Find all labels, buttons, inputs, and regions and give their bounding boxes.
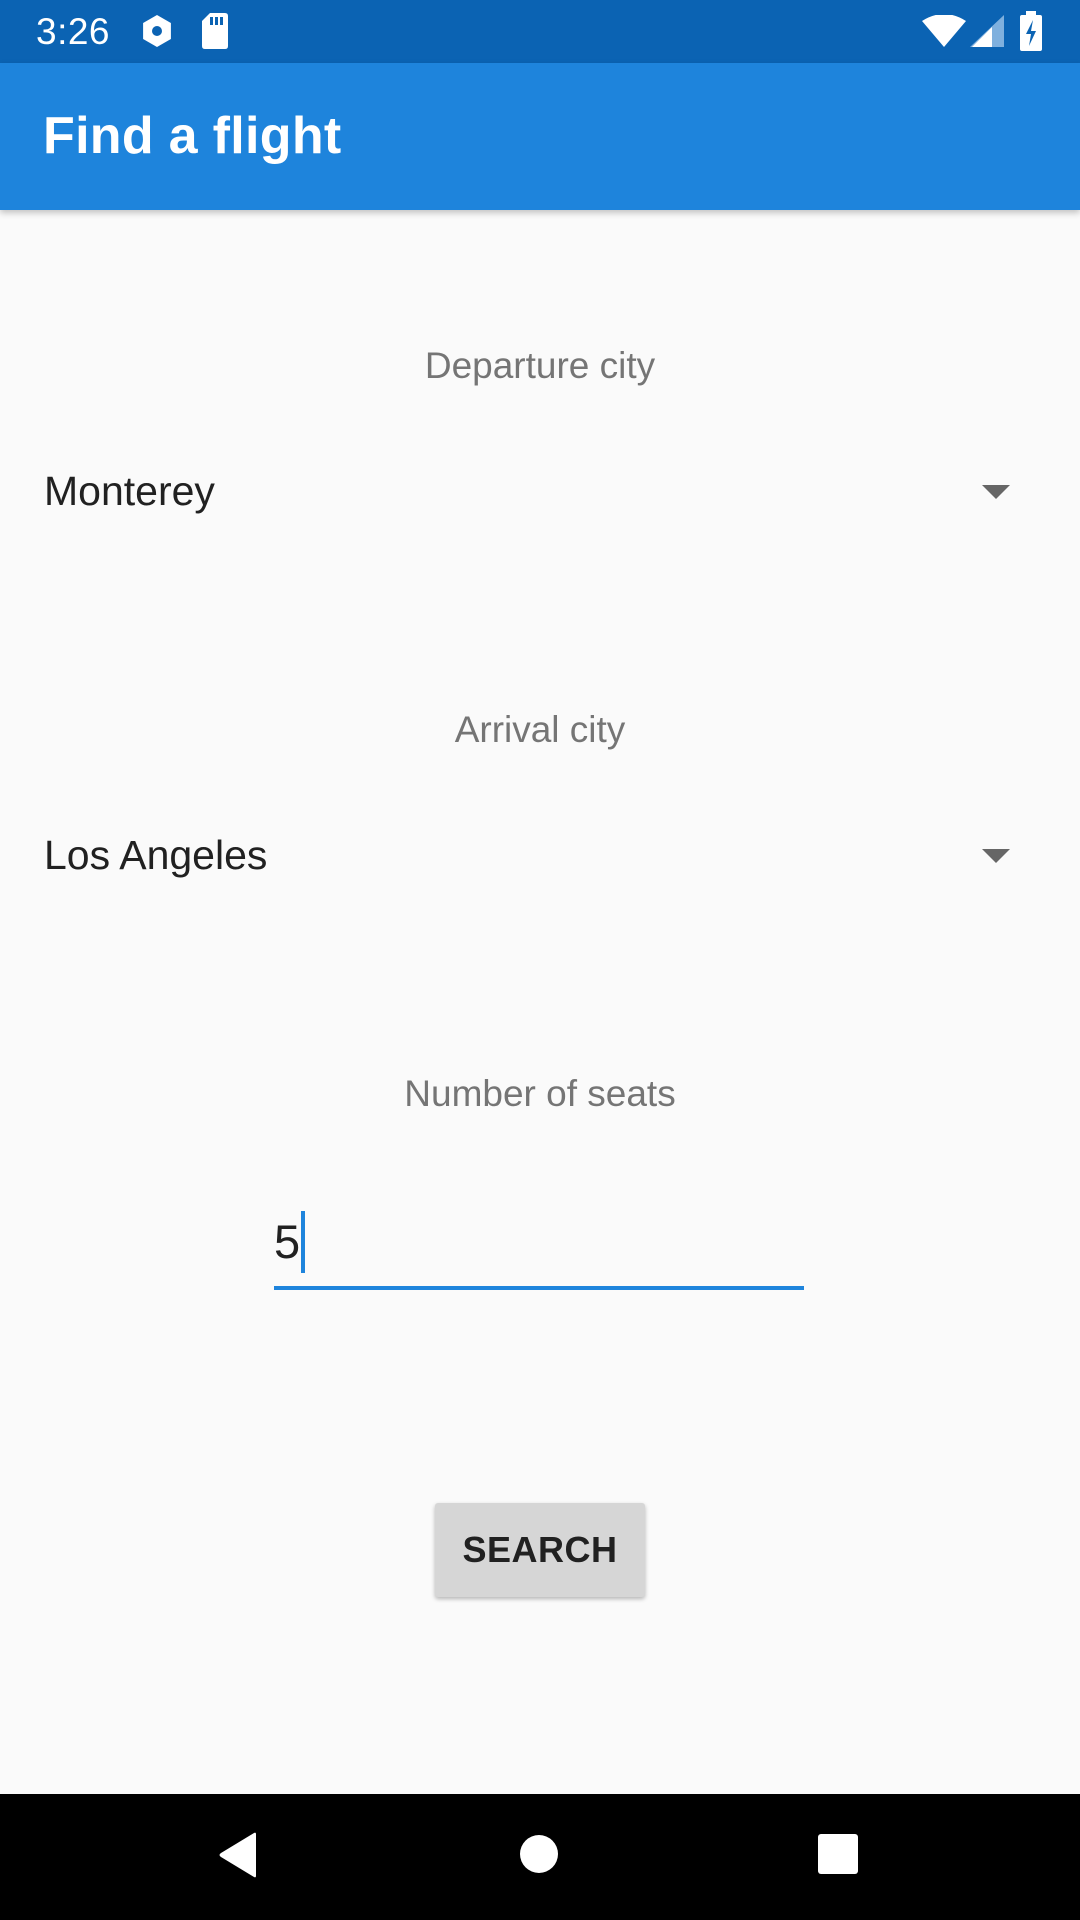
arrival-city-spinner[interactable]: Los Angeles xyxy=(0,800,1080,910)
signal-icon xyxy=(970,15,1004,47)
search-button[interactable]: SEARCH xyxy=(435,1503,645,1597)
departure-city-label: Departure city xyxy=(424,345,656,386)
dropdown-arrow-icon xyxy=(982,485,1010,499)
status-bar: 3:26 xyxy=(0,0,1080,63)
app-bar: Find a flight xyxy=(0,63,1080,210)
dropdown-arrow-icon xyxy=(982,849,1010,863)
arrival-city-label: Arrival city xyxy=(454,709,626,750)
recents-icon[interactable] xyxy=(818,1834,858,1874)
home-icon[interactable] xyxy=(520,1835,558,1873)
arrival-city-value: Los Angeles xyxy=(44,832,268,878)
wifi-icon xyxy=(922,15,966,47)
battery-charging-icon xyxy=(1020,11,1042,51)
number-of-seats-label: Number of seats xyxy=(404,1073,676,1114)
seats-value: 5 xyxy=(274,1215,301,1268)
seats-input[interactable]: 5 xyxy=(274,1198,804,1290)
sd-card-icon xyxy=(202,13,228,49)
settings-icon xyxy=(143,15,171,47)
text-cursor xyxy=(301,1211,306,1273)
departure-city-value: Monterey xyxy=(44,468,215,514)
app-title: Find a flight xyxy=(43,107,342,165)
navigation-bar xyxy=(0,1794,1080,1920)
status-time: 3:26 xyxy=(36,11,111,52)
departure-city-spinner[interactable]: Monterey xyxy=(0,436,1080,546)
back-icon[interactable] xyxy=(218,1832,258,1878)
